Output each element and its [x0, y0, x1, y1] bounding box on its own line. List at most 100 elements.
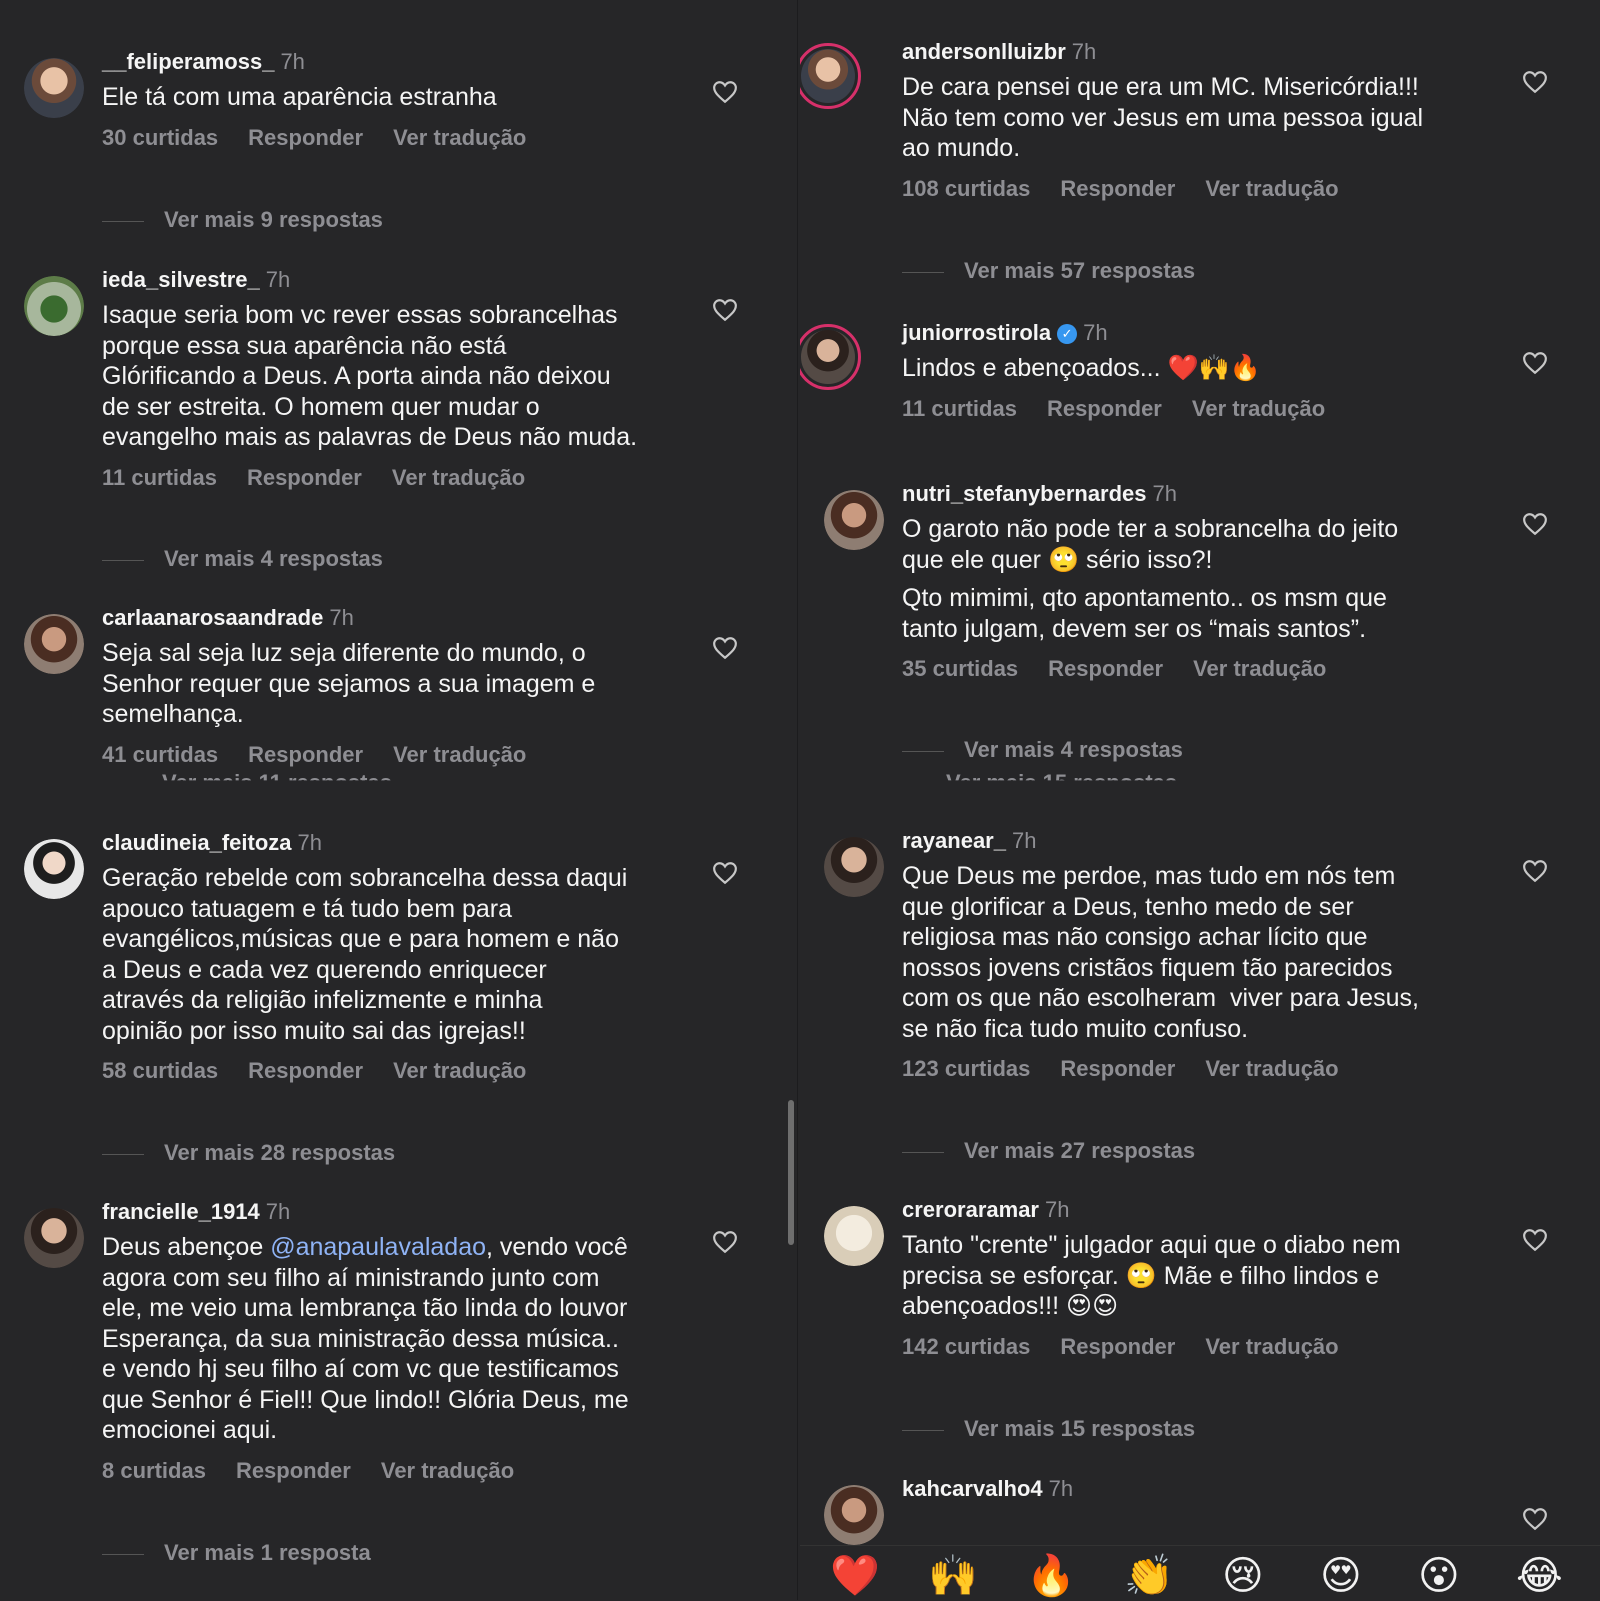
timestamp: 7h — [297, 830, 322, 855]
timestamp: 7h — [1083, 320, 1108, 345]
view-more-replies[interactable]: Ver mais 4 respostas — [902, 737, 1183, 763]
comment-text: Lindos e abençoados... ❤️🙌🔥 — [902, 354, 1261, 382]
avatar[interactable] — [24, 58, 84, 118]
avatar[interactable] — [24, 276, 84, 336]
view-more-replies[interactable]: Ver mais 1 resposta — [102, 1540, 371, 1566]
view-more-replies[interactable]: Ver mais 27 respostas — [902, 1138, 1195, 1164]
timestamp: 7h — [1152, 481, 1178, 506]
avatar[interactable] — [824, 1485, 884, 1545]
emoji-reaction-bar: ❤️ 🙌 🔥 👏 😢 😍 😮 😂 — [800, 1545, 1600, 1601]
username[interactable]: francielle_1914 — [102, 1199, 260, 1224]
emoji-reaction[interactable]: 😮 — [1418, 1556, 1460, 1596]
avatar[interactable] — [24, 1208, 84, 1268]
translate-button[interactable]: Ver tradução — [393, 1058, 526, 1083]
scrollbar[interactable] — [788, 1100, 794, 1245]
emoji-reaction[interactable]: 🔥 — [1026, 1556, 1076, 1596]
translate-button[interactable]: Ver tradução — [1192, 396, 1325, 421]
emoji-reaction[interactable]: 😢 — [1222, 1556, 1264, 1596]
view-more-replies[interactable]: Ver mais 9 respostas — [102, 207, 383, 233]
timestamp: 7h — [265, 267, 291, 292]
username[interactable]: juniorrostirola — [902, 320, 1051, 345]
reply-button[interactable]: Responder — [248, 125, 363, 150]
likes-count[interactable]: 11 curtidas — [102, 465, 217, 490]
comment-text: Geração rebelde com sobrancelha dessa da… — [102, 864, 628, 1045]
reply-button[interactable]: Responder — [1060, 1334, 1175, 1359]
likes-count[interactable]: 35 curtidas — [902, 656, 1018, 681]
username[interactable]: __feliperamoss_ — [102, 49, 274, 74]
avatar[interactable] — [824, 1206, 884, 1266]
like-heart-icon[interactable] — [712, 636, 738, 660]
avatar-story-ring[interactable] — [800, 324, 861, 390]
reply-button[interactable]: Responder — [248, 742, 363, 767]
like-heart-icon[interactable] — [1522, 1228, 1548, 1252]
like-heart-icon[interactable] — [1522, 70, 1548, 94]
translate-button[interactable]: Ver tradução — [381, 1458, 514, 1483]
emoji-reaction[interactable]: 🙌 — [928, 1556, 978, 1596]
avatar[interactable] — [24, 839, 84, 899]
likes-count[interactable]: 123 curtidas — [902, 1056, 1030, 1081]
username[interactable]: creroraramar — [902, 1197, 1039, 1222]
reply-button[interactable]: Responder — [1060, 176, 1175, 201]
like-heart-icon[interactable] — [1522, 351, 1548, 375]
reply-button[interactable]: Responder — [236, 1458, 351, 1483]
avatar-story-ring[interactable] — [800, 43, 861, 109]
like-heart-icon[interactable] — [1522, 512, 1548, 536]
column-divider — [797, 0, 798, 1600]
translate-button[interactable]: Ver tradução — [393, 742, 526, 767]
like-heart-icon[interactable] — [1522, 1507, 1548, 1531]
username[interactable]: andersonlluizbr — [902, 39, 1066, 64]
reply-button[interactable]: Responder — [247, 465, 362, 490]
username[interactable]: rayanear_ — [902, 828, 1006, 853]
likes-count[interactable]: 8 curtidas — [102, 1458, 206, 1483]
timestamp: 7h — [1071, 39, 1097, 64]
like-heart-icon[interactable] — [712, 298, 738, 322]
comment-text: Que Deus me perdoe, mas tudo em nós tem … — [902, 862, 1419, 1043]
timestamp: 7h — [1011, 828, 1037, 853]
like-heart-icon[interactable] — [1522, 859, 1548, 883]
avatar[interactable] — [24, 614, 84, 674]
likes-count[interactable]: 41 curtidas — [102, 742, 218, 767]
view-more-replies[interactable]: Ver mais 28 respostas — [102, 1140, 395, 1166]
timestamp: 7h — [280, 49, 305, 74]
likes-count[interactable]: 30 curtidas — [102, 125, 218, 150]
username[interactable]: claudineia_feitoza — [102, 830, 292, 855]
view-more-replies[interactable]: Ver mais 15 respostas — [902, 1416, 1195, 1442]
emoji-reaction[interactable]: 😍 — [1320, 1556, 1362, 1596]
likes-count[interactable]: 108 curtidas — [902, 176, 1030, 201]
username[interactable]: nutri_stefanybernardes — [902, 481, 1147, 506]
view-more-replies-cut[interactable]: Ver mais 15 respostas — [946, 770, 1177, 780]
comment-text: Isaque seria bom vc rever essas sobrance… — [102, 301, 638, 451]
comments-column-left: __feliperamoss_ 7h Ele tá com uma aparênc… — [0, 0, 790, 1600]
comment-text: Ele tá com uma aparência estranha — [102, 83, 497, 111]
emoji-reaction[interactable]: 😂 — [1516, 1556, 1563, 1596]
timestamp: 7h — [329, 605, 354, 630]
like-heart-icon[interactable] — [712, 80, 738, 104]
emoji-reaction[interactable]: 👏 — [1124, 1556, 1174, 1596]
avatar[interactable] — [824, 490, 884, 550]
like-heart-icon[interactable] — [712, 861, 738, 885]
username[interactable]: ieda_silvestre_ — [102, 267, 260, 292]
comment-text: De cara pensei que era um MC. Misericórd… — [902, 73, 1424, 162]
likes-count[interactable]: 142 curtidas — [902, 1334, 1030, 1359]
view-more-replies-cut[interactable]: Ver mais 11 respostas — [162, 770, 392, 780]
reply-button[interactable]: Responder — [1048, 656, 1163, 681]
reply-button[interactable]: Responder — [1047, 396, 1162, 421]
translate-button[interactable]: Ver tradução — [393, 125, 526, 150]
translate-button[interactable]: Ver tradução — [1205, 1056, 1338, 1081]
username[interactable]: carlaanarosaandrade — [102, 605, 323, 630]
translate-button[interactable]: Ver tradução — [392, 465, 525, 490]
view-more-replies[interactable]: Ver mais 4 respostas — [102, 546, 383, 572]
reply-button[interactable]: Responder — [248, 1058, 363, 1083]
translate-button[interactable]: Ver tradução — [1193, 656, 1326, 681]
translate-button[interactable]: Ver tradução — [1205, 1334, 1338, 1359]
view-more-replies[interactable]: Ver mais 57 respostas — [902, 258, 1195, 284]
username[interactable]: kahcarvalho4 — [902, 1476, 1043, 1501]
likes-count[interactable]: 11 curtidas — [902, 396, 1017, 421]
likes-count[interactable]: 58 curtidas — [102, 1058, 218, 1083]
translate-button[interactable]: Ver tradução — [1205, 176, 1338, 201]
like-heart-icon[interactable] — [712, 1230, 738, 1254]
avatar[interactable] — [824, 837, 884, 897]
emoji-reaction[interactable]: ❤️ — [830, 1556, 880, 1596]
mention-link[interactable]: @anapaulavaladao — [270, 1233, 486, 1261]
reply-button[interactable]: Responder — [1060, 1056, 1175, 1081]
